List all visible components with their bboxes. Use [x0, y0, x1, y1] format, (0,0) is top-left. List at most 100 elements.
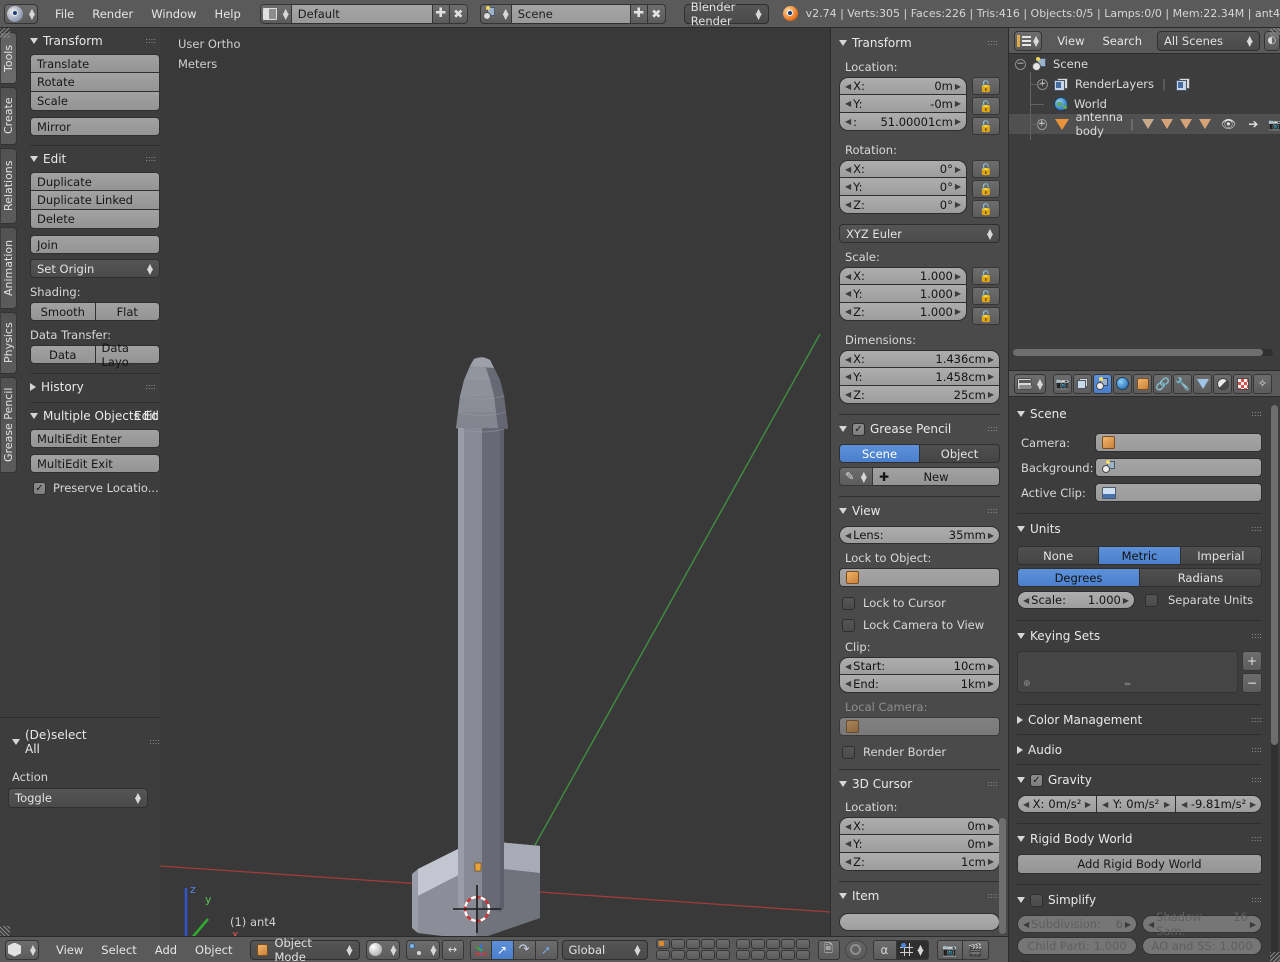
- viewport-menu-object[interactable]: Object: [186, 937, 241, 962]
- separate-units-checkbox[interactable]: [1145, 594, 1158, 607]
- outliner-display-mode-dropdown[interactable]: All Scenes ▲▼: [1157, 31, 1260, 51]
- viewport-editor-type-button[interactable]: ▲▼: [5, 940, 39, 960]
- layer-button[interactable]: [656, 939, 670, 949]
- increment-arrow-icon[interactable]: ▶: [955, 99, 961, 108]
- scene-name-field[interactable]: Scene: [512, 4, 630, 24]
- panel-grip-icon[interactable]: ::::: [1251, 716, 1262, 724]
- mirror-button[interactable]: Mirror: [30, 117, 160, 136]
- add-keying-set-button[interactable]: +: [1242, 651, 1262, 671]
- layer-button[interactable]: [671, 950, 685, 960]
- increment-arrow-icon[interactable]: ▶: [955, 307, 961, 316]
- panel-header-units[interactable]: Units ::::: [1017, 522, 1272, 536]
- viewport-canvas[interactable]: [160, 28, 830, 936]
- panel-header-keying-sets[interactable]: Keying Sets ::::: [1017, 629, 1272, 643]
- units-degrees-button[interactable]: Degrees: [1017, 568, 1140, 587]
- item-name-field[interactable]: [839, 913, 1000, 931]
- collapse-minus-icon[interactable]: −: [1015, 59, 1026, 70]
- clip-start-field[interactable]: ◀ Start:10cm ▶: [839, 657, 1000, 675]
- viewport-menu-select[interactable]: Select: [92, 937, 145, 962]
- lens-field[interactable]: ◀ Lens:35mm ▶: [839, 526, 1000, 544]
- render-border-checkbox[interactable]: [842, 746, 855, 759]
- layer-button[interactable]: [751, 939, 765, 949]
- gp-new-button[interactable]: ✚ New: [873, 467, 1000, 486]
- scale-y-field[interactable]: ◀ Y:1.000 ▶: [839, 285, 967, 303]
- outliner-horizontal-scrollbar[interactable]: [1013, 349, 1273, 356]
- scene-background-field[interactable]: [1095, 458, 1262, 477]
- duplicate-linked-button[interactable]: Duplicate Linked: [30, 191, 160, 210]
- grease-pencil-checkbox[interactable]: ✓: [852, 423, 865, 436]
- transform-orientation-dropdown[interactable]: Global ▲▼: [562, 940, 648, 960]
- increment-arrow-icon[interactable]: ▶: [1250, 920, 1256, 929]
- render-animation-button[interactable]: 🎬: [963, 940, 989, 960]
- tab-relations[interactable]: Relations: [1, 148, 17, 224]
- panel-header-audio[interactable]: Audio ::::: [1017, 743, 1272, 757]
- outliner-menu-search[interactable]: Search: [1093, 28, 1151, 54]
- proportional-edit-button[interactable]: [845, 940, 867, 960]
- blender-menu-button[interactable]: ▲▼: [4, 4, 38, 24]
- menu-file[interactable]: File: [46, 0, 83, 28]
- lock-location-x-button[interactable]: 🔓: [972, 77, 1000, 95]
- panel-grip-icon[interactable]: ::::: [1251, 776, 1262, 784]
- location-y-field[interactable]: ◀ Y:-0m ▶: [839, 95, 967, 113]
- snap-element-dropdown[interactable]: ▲▼: [897, 940, 929, 960]
- scale-z-field[interactable]: ◀ Z:1.000 ▶: [839, 303, 967, 321]
- panel-header-history[interactable]: History ::::: [30, 380, 160, 394]
- panel-grip-icon[interactable]: ::::: [145, 37, 156, 45]
- tab-world-icon[interactable]: [1113, 374, 1132, 394]
- clip-end-field[interactable]: ◀ End:1km ▶: [839, 675, 1000, 693]
- outliner-editor-type-button[interactable]: ▲▼: [1014, 31, 1042, 51]
- increment-arrow-icon[interactable]: ▶: [988, 355, 994, 364]
- tab-modifiers-icon[interactable]: 🔧: [1173, 374, 1192, 394]
- viewport-shading-dropdown[interactable]: ▲▼: [366, 940, 400, 960]
- increment-arrow-icon[interactable]: ▶: [1123, 596, 1129, 605]
- increment-arrow-icon[interactable]: ▶: [988, 662, 994, 671]
- panel-grip-icon[interactable]: ::::: [987, 507, 998, 515]
- panel-header-view[interactable]: View ::::: [839, 504, 1000, 518]
- menu-help[interactable]: Help: [206, 0, 250, 28]
- increment-arrow-icon[interactable]: ▶: [988, 857, 994, 866]
- lock-scale-z-button[interactable]: 🔓: [972, 307, 1000, 325]
- rotation-mode-dropdown[interactable]: XYZ Euler ▲▼: [839, 224, 1000, 243]
- increment-arrow-icon[interactable]: ▶: [955, 117, 961, 126]
- local-camera-field[interactable]: [839, 717, 1000, 736]
- lock-location-y-button[interactable]: 🔓: [972, 97, 1000, 115]
- join-button[interactable]: Join: [30, 235, 160, 254]
- lock-rotation-z-button[interactable]: 🔓: [972, 200, 1000, 218]
- increment-arrow-icon[interactable]: ▶: [955, 165, 961, 174]
- location-z-field[interactable]: ◀ :51.00001cm ▶: [839, 113, 967, 131]
- scale-button[interactable]: Scale: [30, 92, 160, 111]
- restrict-view-eye-icon[interactable]: 👁: [1221, 117, 1236, 131]
- panel-header-color-management[interactable]: Color Management ::::: [1017, 713, 1272, 727]
- increment-arrow-icon[interactable]: ▶: [955, 272, 961, 281]
- tab-particles-icon[interactable]: ✧: [1253, 374, 1272, 394]
- layer-button[interactable]: [701, 939, 715, 949]
- add-rigid-body-world-button[interactable]: Add Rigid Body World: [1017, 854, 1262, 874]
- properties-editor-type-button[interactable]: ▲▼: [1014, 374, 1046, 394]
- layer-button[interactable]: [686, 939, 700, 949]
- data-transfer-button[interactable]: Data: [30, 345, 96, 364]
- gravity-x-field[interactable]: ◀ X:0m/s² ▶: [1017, 795, 1097, 813]
- outliner-row-scene[interactable]: − Scene: [1009, 54, 1280, 74]
- layer-button[interactable]: [671, 939, 685, 949]
- layer-button[interactable]: [716, 939, 730, 949]
- manipulator-extra-button[interactable]: ➚: [536, 940, 558, 960]
- layer-button[interactable]: [686, 950, 700, 960]
- mesh-data-icon[interactable]: [1142, 119, 1154, 129]
- render-engine-selector[interactable]: Blender Render ▲▼: [684, 4, 769, 24]
- outliner-menu-view[interactable]: View: [1048, 28, 1093, 54]
- units-none-button[interactable]: None: [1017, 546, 1099, 565]
- gravity-z-field[interactable]: ◀ -9.81m/s² ▶: [1176, 795, 1262, 813]
- lock-rotation-x-button[interactable]: 🔓: [972, 160, 1000, 178]
- panel-grip-icon[interactable]: ::::: [987, 780, 998, 788]
- scene-camera-field[interactable]: [1095, 433, 1262, 452]
- multiedit-exit-button[interactable]: MultiEdit Exit: [30, 454, 160, 473]
- increment-arrow-icon[interactable]: ▶: [988, 372, 994, 381]
- panel-grip-icon[interactable]: ::::: [1251, 746, 1262, 754]
- layer-button[interactable]: [716, 950, 730, 960]
- mesh-data-icon[interactable]: [1161, 119, 1173, 129]
- viewport-menu-add[interactable]: Add: [146, 937, 186, 962]
- screen-layout-browse-button[interactable]: ▲▼: [260, 4, 292, 24]
- units-imperial-button[interactable]: Imperial: [1181, 546, 1262, 565]
- tab-scene-icon[interactable]: [1093, 374, 1112, 394]
- pivot-point-dropdown[interactable]: ▲▼: [406, 940, 440, 960]
